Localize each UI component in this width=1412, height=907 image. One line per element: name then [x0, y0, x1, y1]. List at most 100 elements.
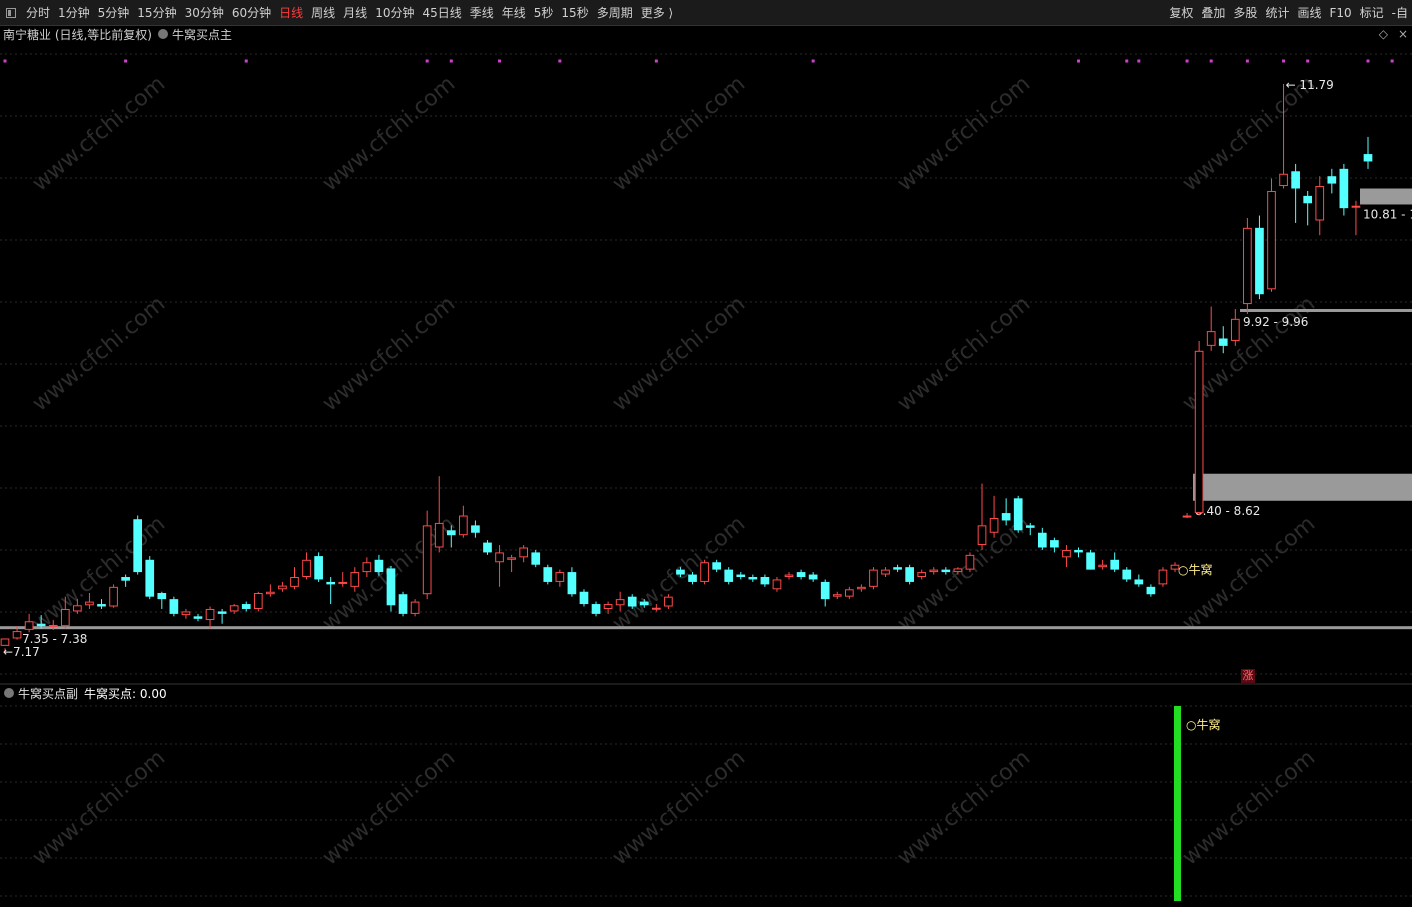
candle-body: [362, 562, 372, 573]
candle-body: [917, 572, 927, 578]
candle-body: [808, 574, 818, 580]
signal-marker: [558, 59, 562, 63]
diamond-icon[interactable]: ◇: [1379, 27, 1388, 41]
candle-body: [832, 594, 842, 597]
candle: [965, 552, 975, 573]
candle: [1230, 308, 1240, 346]
candle: [302, 552, 311, 580]
period-tab-14[interactable]: 15秒: [557, 4, 592, 21]
period-tab-7[interactable]: 周线: [307, 4, 339, 21]
tool-button-0[interactable]: 复权: [1165, 4, 1197, 21]
candle: [712, 559, 721, 573]
watermark-text: www.cfchi.com: [28, 291, 170, 416]
candle: [507, 554, 516, 573]
period-tab-4[interactable]: 30分钟: [181, 4, 228, 21]
candle: [1098, 559, 1107, 570]
candlestick-chart[interactable]: www.cfchi.com www.cfchi.com www.cfchi.com w…: [0, 42, 1412, 686]
tool-button-1[interactable]: 叠加: [1197, 4, 1229, 21]
candle-body: [1086, 552, 1095, 570]
tool-button-3[interactable]: 统计: [1261, 4, 1293, 21]
period-tab-3[interactable]: 15分钟: [133, 4, 180, 21]
signal-marker: [449, 59, 453, 63]
candle: [591, 601, 601, 617]
period-tab-9[interactable]: 10分钟: [371, 4, 418, 21]
zone-label-3: 10.81 - 1: [1363, 207, 1412, 221]
candle-body: [1218, 338, 1228, 346]
watermark-text: www.cfchi.com: [318, 745, 460, 870]
period-tab-0[interactable]: 分时: [22, 4, 54, 21]
candle: [1206, 306, 1216, 351]
candle: [519, 545, 529, 563]
signal-marker: [1306, 59, 1310, 63]
signal-marker: [3, 59, 7, 63]
candle-body: [1037, 532, 1047, 548]
period-tab-11[interactable]: 季线: [466, 4, 498, 21]
candle-body: [314, 556, 323, 580]
period-tab-6[interactable]: 日线: [275, 4, 307, 21]
period-tab-13[interactable]: 5秒: [530, 4, 558, 21]
candle-body: [603, 604, 613, 609]
candle-body: [133, 519, 143, 573]
period-tab-8[interactable]: 月线: [339, 4, 371, 21]
signal-marker: [1125, 59, 1129, 63]
indicator-toggle-icon[interactable]: [158, 29, 168, 39]
low-price-label: ←7.17: [3, 645, 40, 659]
signal-marker: [498, 59, 502, 63]
candle-body: [1315, 186, 1325, 221]
candle-body: [1025, 525, 1035, 528]
watermark-text: www.cfchi.com: [608, 745, 750, 870]
tool-button-2[interactable]: 多股: [1229, 4, 1261, 21]
candle: [989, 495, 999, 538]
tool-button-6[interactable]: 标记: [1356, 4, 1388, 21]
candle-body: [881, 569, 890, 575]
candle: [820, 579, 830, 607]
signal-marker: [1077, 59, 1081, 63]
high-price-label: ← 11.79: [1286, 78, 1334, 92]
candle: [1255, 215, 1264, 300]
period-tab-5[interactable]: 60分钟: [228, 4, 275, 21]
candle: [109, 584, 118, 608]
candle-body: [724, 569, 734, 582]
candle-body: [712, 562, 721, 570]
tool-button-7[interactable]: -自: [1388, 4, 1412, 21]
candle-body: [507, 557, 516, 560]
tool-button-4[interactable]: 画线: [1293, 4, 1325, 21]
candle-body: [193, 616, 203, 619]
period-tab-2[interactable]: 5分钟: [94, 4, 134, 21]
period-tab-10[interactable]: 45日线: [418, 4, 465, 21]
candle: [278, 581, 287, 592]
period-tab-15[interactable]: 多周期: [593, 4, 637, 21]
sub-indicator-chart[interactable]: www.cfchi.com www.cfchi.com www.cfchi.com w…: [0, 686, 1412, 907]
close-icon[interactable]: ×: [1398, 27, 1408, 41]
tool-button-5[interactable]: F10: [1325, 6, 1355, 20]
candle: [1146, 584, 1156, 597]
candle: [217, 608, 227, 624]
candle-body: [1182, 515, 1192, 518]
candle: [121, 574, 130, 587]
candle-body: [615, 599, 625, 606]
candle: [290, 567, 299, 590]
period-tab-1[interactable]: 1分钟: [54, 4, 94, 21]
candle-body: [217, 611, 227, 614]
support-zone-0: [0, 626, 1412, 630]
candle-body: [374, 559, 384, 573]
candle-body: [1243, 227, 1252, 305]
candle-body: [459, 515, 468, 536]
candle: [917, 569, 927, 580]
candle: [1110, 552, 1120, 573]
candle-body: [1206, 331, 1216, 346]
candle-body: [338, 581, 348, 584]
candle-body: [579, 591, 589, 605]
indicator-name[interactable]: 牛窝买点主: [172, 26, 232, 43]
candle-body: [495, 552, 504, 563]
watermark-text: www.cfchi.com: [893, 291, 1035, 416]
candle-body: [941, 569, 951, 573]
menu-toggle[interactable]: [0, 7, 22, 18]
candle-body: [1158, 569, 1168, 585]
candle: [1315, 176, 1325, 236]
candle: [736, 572, 746, 580]
period-tab-12[interactable]: 年线: [498, 4, 530, 21]
period-tab-16[interactable]: 更多 ⟩: [637, 4, 678, 21]
candle: [386, 565, 396, 612]
candle: [796, 569, 806, 580]
